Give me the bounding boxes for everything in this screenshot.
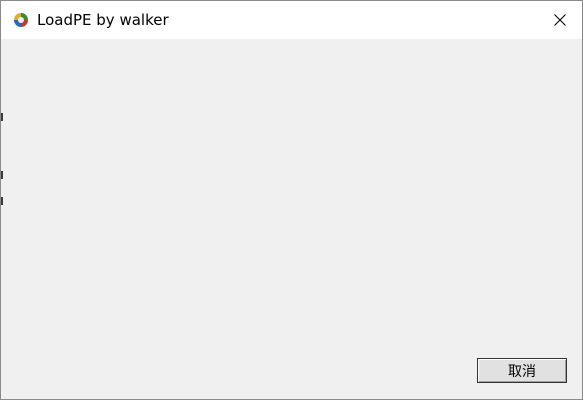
close-button[interactable] (538, 1, 582, 39)
loadpe-app-icon (14, 13, 28, 27)
edge-artifact (1, 113, 3, 121)
edge-artifact (1, 171, 3, 179)
cancel-button[interactable]: 取消 (477, 358, 567, 383)
dialog-body: 取消 (1, 39, 582, 399)
close-icon (554, 14, 566, 26)
title-bar[interactable]: LoadPE by walker (1, 1, 582, 39)
dialog-window: LoadPE by walker 取消 (0, 0, 583, 400)
edge-artifact (1, 197, 3, 205)
window-title: LoadPE by walker (37, 11, 169, 29)
